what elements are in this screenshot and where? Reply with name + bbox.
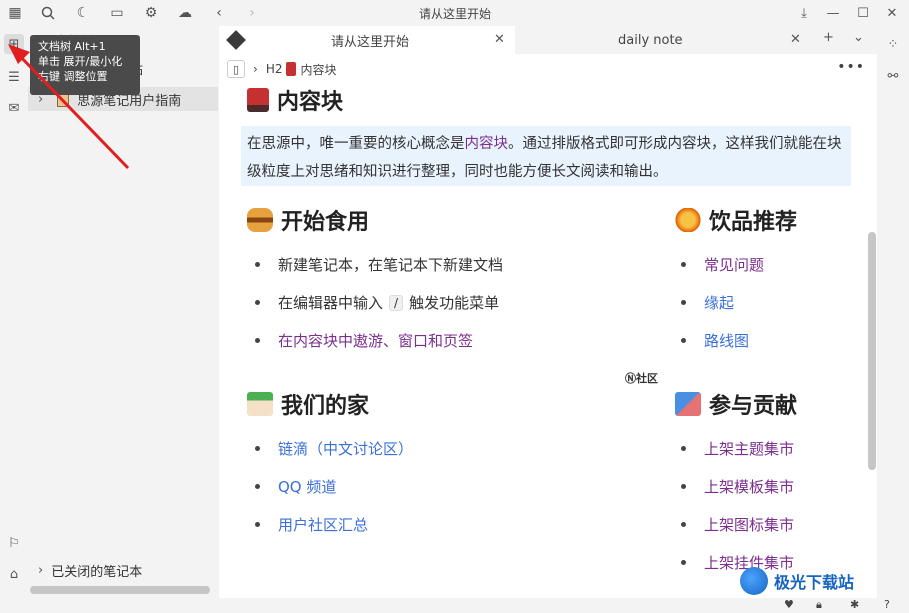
list-item: 路线图 [681, 330, 749, 351]
cocktail-icon [675, 208, 701, 232]
list-item: 用户社区汇总 [255, 514, 368, 535]
list-link[interactable]: 在内容块中遨游、窗口和页签 [278, 330, 473, 351]
community-badge-text: 社区 [636, 372, 658, 385]
list-link[interactable]: 上架模板集市 [704, 476, 794, 497]
list-item-text: 在编辑器中输入 [278, 294, 384, 312]
watermark-logo-icon [740, 567, 768, 595]
forward-icon[interactable]: › [242, 3, 262, 23]
chevron-right-icon[interactable]: › [38, 563, 43, 578]
list-item: 新建笔记本，在笔记本下新建文档 [255, 254, 503, 275]
list-link[interactable]: 链滴（中文讨论区） [278, 438, 413, 459]
list-item: 上架模板集市 [681, 476, 794, 497]
window-title: 请从这里开始 [418, 7, 491, 21]
pin-icon[interactable]: ⤓ [792, 3, 816, 23]
doc-title: 内容块 [247, 84, 343, 116]
section-drinks-title: 饮品推荐 [709, 210, 798, 235]
watermark-text: 极光下载站 [774, 573, 855, 592]
tag-icon[interactable]: ⌂ [4, 564, 24, 584]
doc-icon [226, 30, 246, 50]
list-link[interactable]: 常见问题 [704, 254, 764, 275]
calendar-icon[interactable]: ▦ [5, 3, 25, 23]
editor-scrollbar[interactable] [868, 232, 876, 470]
breadcrumb-label[interactable]: 内容块 [300, 61, 336, 78]
kbd-slash: / [389, 294, 404, 311]
burger-icon [247, 208, 273, 232]
tab-close-icon[interactable]: ✕ [494, 32, 505, 47]
section-start-title: 开始食用 [281, 210, 370, 235]
callout-text-1: 在思源中，唯一重要的核心概念是 [247, 136, 465, 152]
editor-area: 请从这里开始 ✕ daily note ✕ + ⌄ ▯ › H2 内容块 •••… [219, 26, 877, 598]
list-item-text: 触发功能菜单 [409, 294, 500, 312]
add-tab-icon[interactable]: + [823, 30, 834, 45]
gear-icon[interactable]: ⚙ [141, 3, 161, 23]
right-dock: ⁘ ⚯ [877, 26, 909, 613]
list-item: 在编辑器中输入 / 触发功能菜单 [255, 292, 499, 313]
section-contribute-heading: 参与贡献 [675, 388, 797, 420]
closed-notebooks-label: 已关闭的笔记本 [51, 564, 143, 580]
app-window: ▦ ☾ ▭ ⚙ ☁ ‹ › 请从这里开始 ⤓ — ☐ ✕ ⊞ ☰ ✉ ⚐ ⌂ ⊡… [0, 0, 909, 613]
tab-daily-note-label: daily note [618, 32, 683, 48]
bookmark-icon[interactable]: ⚐ [4, 533, 24, 553]
breadcrumb: ▯ › H2 内容块 [227, 58, 337, 80]
tab-daily-note[interactable]: daily note ✕ [515, 26, 811, 54]
bug-icon[interactable]: ✱ [850, 598, 859, 611]
heart-icon[interactable]: ♥ [784, 598, 794, 611]
close-button[interactable]: ✕ [880, 3, 904, 23]
minimize-button[interactable]: — [821, 3, 845, 23]
lock-icon[interactable]: 🔒︎ [816, 598, 822, 612]
list-item: 上架主题集市 [681, 438, 794, 459]
list-link[interactable]: 上架主题集市 [704, 438, 794, 459]
status-bar: ♥ 🔒︎ ✱ ? [0, 598, 909, 613]
list-link[interactable]: 用户社区汇总 [278, 514, 368, 535]
tab-start-label: 请从这里开始 [331, 34, 410, 50]
section-home-title: 我们的家 [281, 394, 370, 419]
video-icon[interactable]: ▭ [107, 3, 127, 23]
section-contribute-title: 参与贡献 [709, 394, 798, 419]
cloud-icon[interactable]: ☁ [175, 3, 195, 23]
list-item: 在内容块中遨游、窗口和页签 [255, 330, 473, 351]
watermark: 极光下载站 [740, 566, 900, 596]
chocolate-icon [247, 88, 269, 112]
list-item: 上架图标集市 [681, 514, 794, 535]
list-link[interactable]: 上架图标集市 [704, 514, 794, 535]
callout-link[interactable]: 内容块 [465, 136, 509, 152]
file-icon[interactable]: ▯ [227, 60, 245, 78]
doc-title-text: 内容块 [277, 90, 344, 115]
help-icon[interactable]: ? [884, 598, 890, 611]
moon-icon[interactable]: ☾ [73, 3, 93, 23]
more-icon[interactable]: ••• [837, 59, 865, 75]
chevron-down-icon[interactable]: ⌄ [853, 30, 864, 45]
list-item: 链滴（中文讨论区） [255, 438, 413, 459]
list-link[interactable]: QQ 频道 [278, 476, 336, 497]
tab-close-icon[interactable]: ✕ [790, 32, 801, 47]
list-item: 常见问题 [681, 254, 764, 275]
block-icon [286, 62, 297, 76]
closed-notebooks-row[interactable]: › 已关闭的笔记本 [28, 558, 218, 582]
list-link[interactable]: 缘起 [704, 292, 734, 313]
outline-panel-icon[interactable]: ⁘ [883, 34, 903, 54]
search-icon[interactable] [38, 3, 58, 23]
envelope-icon [675, 392, 701, 416]
list-item-text: 新建笔记本，在笔记本下新建文档 [278, 256, 504, 274]
tab-bar: 请从这里开始 ✕ daily note ✕ + ⌄ [219, 26, 877, 54]
list-item: QQ 频道 [255, 476, 336, 497]
tab-start[interactable]: 请从这里开始 ✕ [219, 26, 515, 54]
tree-scrollbar[interactable] [30, 586, 210, 594]
list-item: 缘起 [681, 292, 734, 313]
callout-block: 在思源中，唯一重要的核心概念是内容块。通过排版格式即可形成内容块，这样我们就能在… [241, 126, 851, 186]
list-link[interactable]: 路线图 [704, 330, 749, 351]
section-start-heading: 开始食用 [247, 204, 369, 236]
back-icon[interactable]: ‹ [209, 3, 229, 23]
chevron-right-icon: › [253, 62, 258, 76]
community-badge: Ⓝ社区 [625, 372, 658, 385]
title-bar: ▦ ☾ ▭ ⚙ ☁ ‹ › 请从这里开始 ⤓ — ☐ ✕ [0, 0, 909, 26]
maximize-button[interactable]: ☐ [851, 3, 875, 23]
section-home-heading: 我们的家 [247, 388, 369, 420]
annotation-arrow [8, 44, 130, 170]
house-icon [247, 392, 273, 416]
section-drinks-heading: 饮品推荐 [675, 204, 797, 236]
heading-tag: H2 [265, 62, 283, 76]
graph-panel-icon[interactable]: ⚯ [883, 66, 903, 86]
